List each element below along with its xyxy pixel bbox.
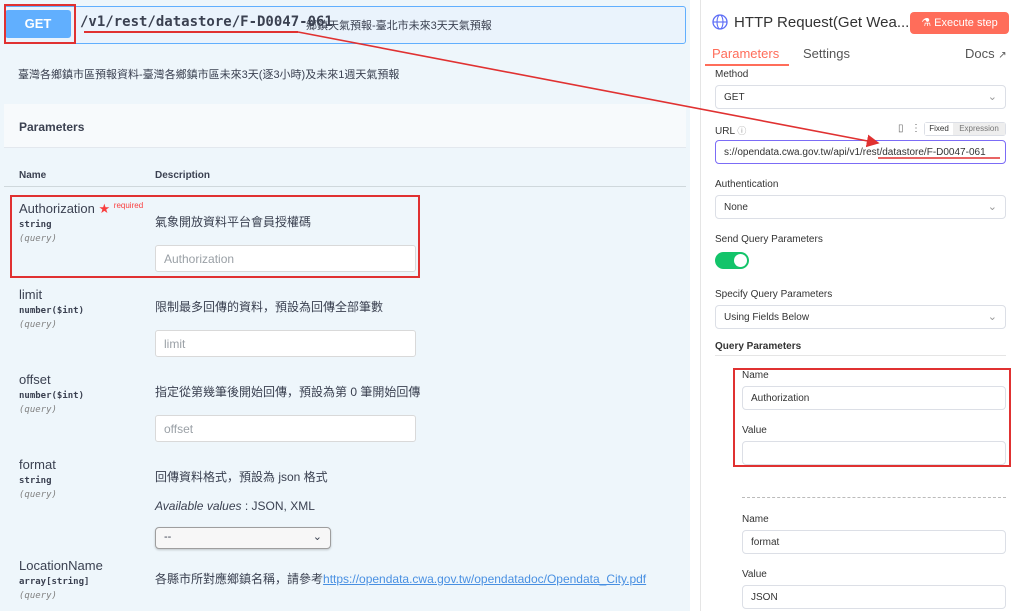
endpoint-path: /v1/rest/datastore/F-D0047-061 [80, 14, 333, 30]
chevron-down-icon: ⌄ [987, 201, 997, 213]
param-name: LocationName [19, 558, 103, 573]
url-label-text: URL [715, 126, 735, 137]
flask-icon: ⚗ [921, 17, 932, 29]
available-values-list: : JSON, XML [241, 499, 315, 513]
tab-settings[interactable]: Settings [803, 46, 850, 61]
query-param-separator [742, 497, 1006, 498]
tab-active-indicator [705, 64, 789, 66]
execute-step-button[interactable]: ⚗ Execute step [910, 12, 1009, 34]
send-query-toggle[interactable] [715, 252, 749, 269]
annotation-box-method [4, 4, 76, 44]
param-type: number($int) [19, 306, 85, 316]
globe-icon [712, 14, 728, 30]
column-description-header: Description [155, 170, 211, 181]
query-parameters-divider [715, 355, 1006, 356]
param-name: limit [19, 287, 43, 302]
url-input[interactable]: s://opendata.cwa.gov.tw/api/v1/rest/data… [715, 140, 1006, 164]
param-type: string [19, 476, 52, 486]
param-name: format [19, 457, 56, 472]
param-location: (query) [19, 490, 57, 500]
chevron-down-icon: ⌄ [987, 91, 997, 103]
execute-step-label: Execute step [934, 17, 998, 29]
chevron-down-icon: ⌄ [987, 311, 997, 323]
specify-query-select[interactable]: Using Fields Below ⌄ [715, 305, 1006, 329]
chevron-down-icon: ⌄ [312, 531, 322, 543]
parameters-header: Parameters [4, 104, 686, 148]
swagger-panel: GET /v1/rest/datastore/F-D0047-061 鄉鎮天氣預… [0, 0, 690, 611]
param-location: (query) [19, 405, 57, 415]
param-description: 各縣市所對應鄉鎮名稱，請參考https://opendata.cwa.gov.t… [155, 570, 646, 587]
url-mode-expression[interactable]: Expression [953, 123, 1005, 135]
param-description: 回傳資料格式，預設為 json 格式 [155, 470, 328, 484]
method-select[interactable]: GET ⌄ [715, 85, 1006, 109]
tab-parameters[interactable]: Parameters [712, 46, 779, 61]
param-type: array[string] [19, 577, 90, 587]
url-mode-toggle[interactable]: Fixed Expression [924, 122, 1006, 136]
param-description: 指定從第幾筆後開始回傳，預設為第 0 筆開始回傳 [155, 385, 421, 399]
offset-input[interactable]: offset [155, 415, 416, 442]
authentication-select[interactable]: None ⌄ [715, 195, 1006, 219]
query-param-value-input[interactable]: JSON [742, 585, 1006, 609]
n8n-node-panel: HTTP Request(Get Wea... ⚗ Execute step P… [700, 0, 1024, 611]
annotation-box-query-param [733, 368, 1011, 467]
query-param-name-input[interactable]: format [742, 530, 1006, 554]
specify-query-label: Specify Query Parameters [715, 289, 833, 300]
query-parameters-label: Query Parameters [715, 341, 802, 352]
param-description: 限制最多回傳的資料，預設為回傳全部筆數 [155, 300, 384, 314]
node-title: HTTP Request(Get Wea... [734, 14, 910, 31]
annotation-box-authorization [10, 195, 420, 278]
param-name: offset [19, 372, 51, 387]
parameters-title: Parameters [19, 120, 85, 134]
authentication-select-value: None [724, 202, 748, 213]
more-options-icon[interactable]: ⋮ [911, 123, 921, 134]
authentication-label: Authentication [715, 179, 779, 190]
docs-label: Docs [965, 46, 995, 61]
tab-docs[interactable]: Docs ↗ [965, 46, 1007, 61]
param-type: number($int) [19, 391, 85, 401]
limit-input[interactable]: limit [155, 330, 416, 357]
url-label: URL ⓘ [715, 124, 746, 137]
available-values-label: Available values [155, 499, 242, 513]
toggle-knob [734, 254, 747, 267]
endpoint-description: 臺灣各鄉鎮市區預報資料-臺灣各鄉鎮市區未來3天(逐3小時)及未來1週天氣預報 [18, 69, 400, 81]
method-label: Method [715, 69, 749, 80]
param-location: (query) [19, 591, 57, 601]
param-description-text: 各縣市所對應鄉鎮名稱，請參考 [155, 572, 324, 586]
send-query-label: Send Query Parameters [715, 234, 823, 245]
panel-toggle-icon[interactable]: ▯ [898, 123, 904, 134]
endpoint-summary: 鄉鎮天氣預報-臺北市未來3天天氣預報 [306, 20, 492, 32]
specify-query-select-value: Using Fields Below [724, 312, 810, 323]
format-select-value: -- [164, 531, 172, 543]
external-link-icon: ↗ [998, 50, 1007, 61]
city-doc-link[interactable]: https://opendata.cwa.gov.tw/opendatadoc/… [323, 572, 646, 586]
help-icon: ⓘ [737, 126, 747, 136]
format-select[interactable]: -- ⌄ [155, 527, 331, 549]
param-location: (query) [19, 320, 57, 330]
method-select-value: GET [724, 92, 745, 103]
available-values: Available values : JSON, XML [155, 499, 315, 513]
query-param-name-label: Name [742, 514, 769, 525]
column-name-header: Name [19, 170, 47, 181]
query-param-value-label: Value [742, 569, 767, 580]
url-mode-fixed[interactable]: Fixed [925, 123, 953, 135]
column-divider [4, 186, 686, 187]
